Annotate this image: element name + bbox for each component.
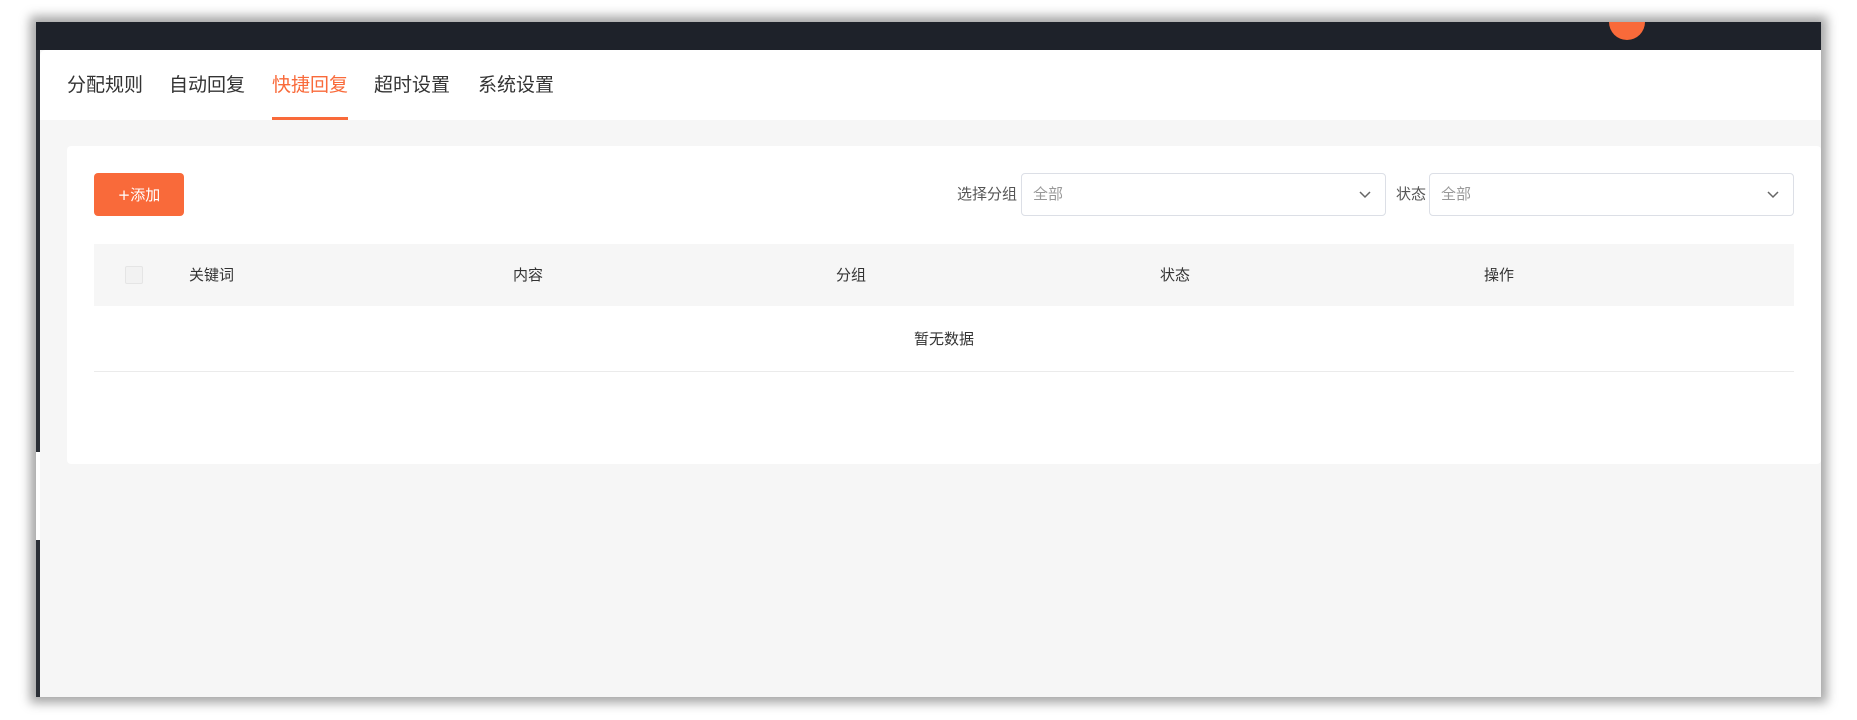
top-bar [36, 22, 1821, 50]
chevron-down-icon [1767, 191, 1779, 199]
status-select-value: 全部 [1441, 185, 1472, 203]
content-card: +添加 选择分组 全部 状态 全部 关键词 内容 分组 状态 操作 暂无数据 [67, 146, 1821, 464]
status-filter-label: 状态 [1396, 185, 1427, 203]
add-button[interactable]: +添加 [94, 173, 184, 216]
avatar[interactable] [1609, 22, 1645, 40]
group-filter-label: 选择分组 [957, 185, 1018, 203]
status-select[interactable]: 全部 [1429, 173, 1794, 216]
tab-bar: 分配规则 自动回复 快捷回复 超时设置 系统设置 [40, 50, 1821, 120]
tab-system-settings[interactable]: 系统设置 [478, 50, 554, 120]
tab-quick-reply[interactable]: 快捷回复 [272, 50, 349, 120]
column-keyword: 关键词 [189, 266, 235, 284]
chevron-down-icon [1359, 191, 1371, 199]
select-all-checkbox[interactable] [125, 266, 143, 284]
tab-timeout-settings[interactable]: 超时设置 [374, 50, 450, 120]
column-status: 状态 [1160, 266, 1191, 284]
main-panel: 分配规则 自动回复 快捷回复 超时设置 系统设置 +添加 选择分组 全部 状态 … [40, 50, 1821, 697]
tab-auto-reply[interactable]: 自动回复 [169, 50, 245, 120]
empty-state-text: 暂无数据 [94, 306, 1794, 372]
group-select[interactable]: 全部 [1021, 173, 1386, 216]
group-select-value: 全部 [1033, 185, 1064, 203]
app-window: 分配规则 自动回复 快捷回复 超时设置 系统设置 +添加 选择分组 全部 状态 … [36, 22, 1821, 697]
table-header: 关键词 内容 分组 状态 操作 [94, 244, 1794, 306]
column-group: 分组 [836, 266, 867, 284]
tab-assignment-rules[interactable]: 分配规则 [67, 50, 143, 120]
column-content: 内容 [513, 266, 544, 284]
column-actions: 操作 [1484, 266, 1515, 284]
